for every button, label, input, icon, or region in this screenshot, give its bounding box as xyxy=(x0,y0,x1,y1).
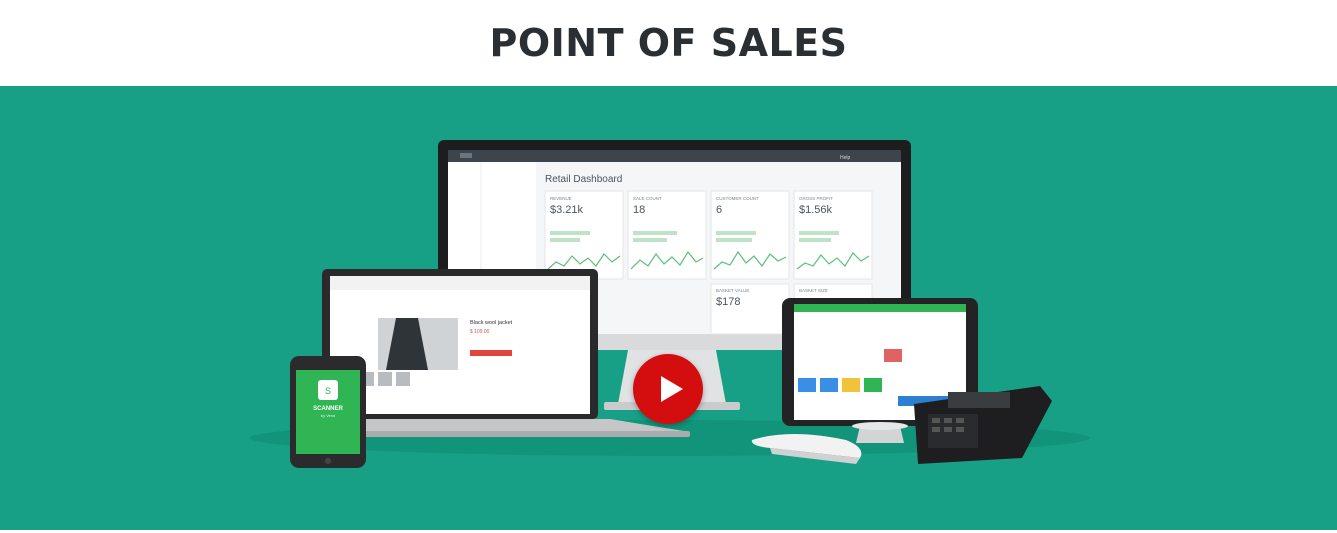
dashboard-card-customer-count: CUSTOMER COUNT 6 xyxy=(710,190,790,280)
dashboard-card-gross-profit: GROSS PROFIT $1.56k xyxy=(793,190,873,280)
svg-text:GROSS PROFIT: GROSS PROFIT xyxy=(799,196,833,201)
svg-text:REVENUE: REVENUE xyxy=(550,196,572,201)
play-icon xyxy=(661,376,683,402)
page-title: POINT OF SALES xyxy=(489,21,848,65)
laptop-product-title: Black wool jacket xyxy=(470,320,513,326)
svg-text:BASKET VALUE: BASKET VALUE xyxy=(716,288,749,293)
svg-text:SALE COUNT: SALE COUNT xyxy=(633,196,662,201)
svg-text:18: 18 xyxy=(633,204,645,216)
dashboard-card-revenue: REVENUE $3.21k xyxy=(544,190,624,280)
devices-illustration: Help Retail Dashboard REVENUE $3.21k SAL… xyxy=(250,140,1090,468)
dashboard-card-sale-count: SALE COUNT 18 xyxy=(627,190,707,280)
dashboard-card-basket-value: BASKET VALUE $178 xyxy=(710,283,790,335)
svg-text:BASKET SIZE: BASKET SIZE xyxy=(799,288,828,293)
svg-text:$3.21k: $3.21k xyxy=(550,204,584,216)
dashboard-help-link: Help xyxy=(840,155,851,161)
phone-app-sub: by Vend xyxy=(321,413,335,418)
page-header: POINT OF SALES xyxy=(0,0,1337,86)
svg-text:S: S xyxy=(325,386,331,396)
svg-text:6: 6 xyxy=(716,204,722,216)
svg-text:$1.56k: $1.56k xyxy=(799,204,833,216)
video-play-button[interactable] xyxy=(633,354,703,424)
dashboard-title: Retail Dashboard xyxy=(545,174,622,185)
phone-app-name: SCANNER xyxy=(313,406,343,412)
svg-text:$178: $178 xyxy=(716,296,740,308)
smartphone: S SCANNER by Vend xyxy=(290,356,366,468)
hero-banner: Help Retail Dashboard REVENUE $3.21k SAL… xyxy=(0,86,1337,530)
laptop-product-price: $ 109.00 xyxy=(470,329,490,335)
svg-text:CUSTOMER COUNT: CUSTOMER COUNT xyxy=(716,196,759,201)
